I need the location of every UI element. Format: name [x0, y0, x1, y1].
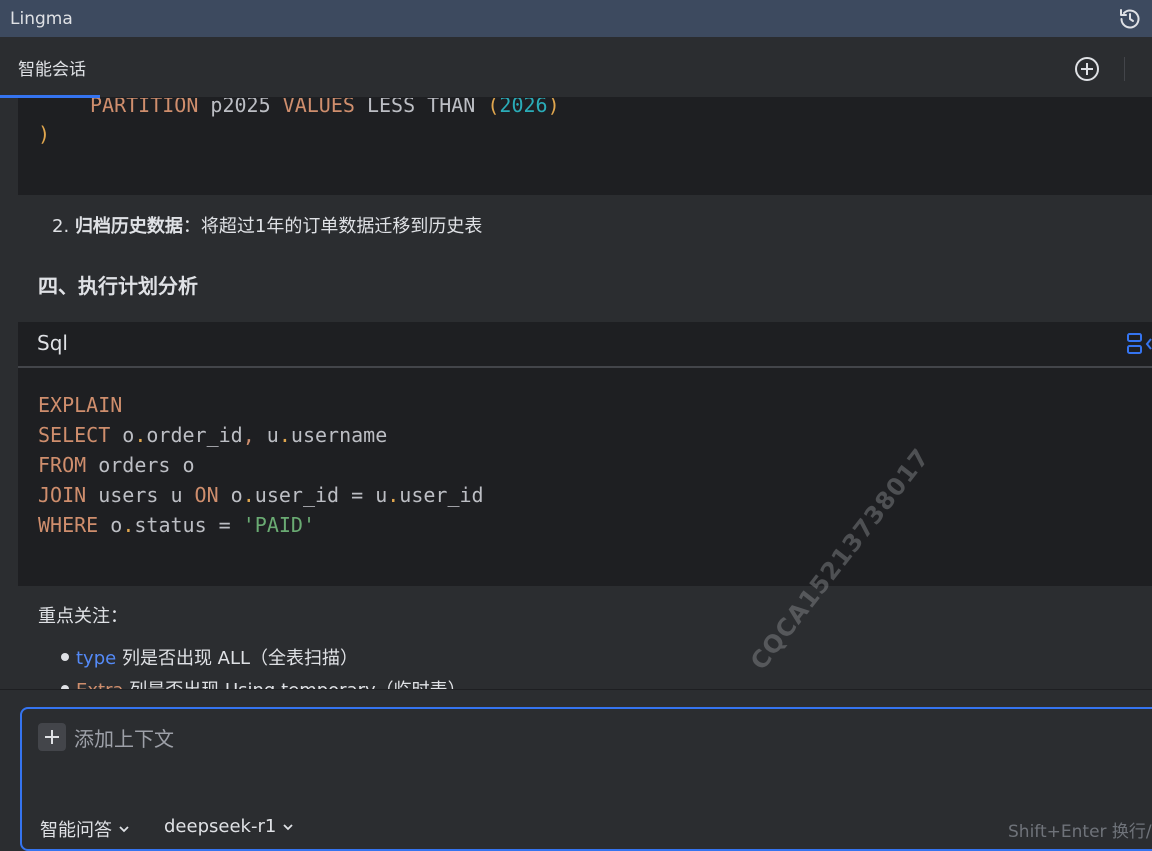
history-icon[interactable] [1117, 6, 1143, 32]
code-token: . [242, 483, 255, 507]
list-number: 2. [52, 216, 70, 237]
list-item-text: 列是否出现 Using temporary（临时表） [124, 680, 465, 689]
code-token: user_id [399, 483, 484, 507]
chevron-down-icon [283, 823, 293, 830]
code-token: . [122, 513, 135, 537]
list-item: 2. 归档历史数据：将超过1年的订单数据迁移到历史表 [52, 212, 482, 238]
list-item-bold: 归档历史数据 [74, 216, 183, 237]
code-line: FROM orders o [38, 450, 195, 480]
code-token: 'PAID' [242, 513, 315, 537]
code-token: o [98, 513, 123, 537]
code-token: 2026 [499, 98, 548, 117]
code-token: u [254, 423, 279, 447]
model-label: deepseek-r1 [164, 816, 277, 837]
code-token: users u [86, 483, 195, 507]
code-token: ( [487, 98, 500, 117]
code-token: ) [547, 98, 560, 117]
inline-code: Extra [76, 680, 124, 689]
list-item-text: 列是否出现 ALL（全表扫描） [116, 648, 359, 669]
add-context-icon[interactable] [38, 723, 66, 751]
code-line: EXPLAIN [38, 390, 122, 420]
code-block-explain: Sql EXPLAIN SELECT o.order_id, u.usernam… [18, 322, 1152, 586]
code-token: , [242, 423, 255, 447]
tab-smart-chat[interactable]: 智能会话 [18, 55, 86, 80]
code-token: FROM [38, 453, 87, 477]
code-token: orders o [86, 453, 195, 477]
code-line: ) [38, 119, 50, 149]
code-token: username [290, 423, 388, 447]
chat-content[interactable]: PARTITION p2025 VALUES LESS THAN (2026) … [0, 98, 1152, 689]
input-area: 添加上下文 智能问答 deepseek-r1 Shift+Enter 换行/ [0, 689, 1152, 851]
code-token: order_id [146, 423, 243, 447]
add-context-label[interactable]: 添加上下文 [74, 723, 174, 752]
mode-label: 智能问答 [40, 820, 112, 841]
window-title: Lingma [10, 8, 73, 29]
focus-label: 重点关注： [38, 606, 128, 627]
code-token: user_id = u [254, 483, 388, 507]
code-language-label: Sql [37, 331, 68, 355]
code-token: o [110, 423, 135, 447]
code-block-header: Sql [18, 322, 1152, 368]
code-line: PARTITION p2025 VALUES LESS THAN (2026) [90, 98, 560, 120]
chevron-down-icon [119, 826, 129, 833]
code-token: ) [38, 122, 51, 146]
chat-input-box[interactable]: 添加上下文 智能问答 deepseek-r1 Shift+Enter 换行/ [20, 707, 1152, 851]
list-item-text: ：将超过1年的订单数据迁移到历史表 [182, 216, 483, 237]
code-token: VALUES [282, 98, 355, 117]
code-token: WHERE [38, 513, 99, 537]
toolbar-divider [1124, 57, 1125, 81]
code-token: EXPLAIN [38, 393, 123, 417]
code-token: SELECT [38, 423, 111, 447]
section-heading: 四、执行计划分析 [38, 274, 198, 298]
code-line: SELECT o.order_id, u.username [38, 420, 387, 450]
code-token: . [387, 483, 400, 507]
keyboard-hint: Shift+Enter 换行/ [1008, 822, 1152, 842]
code-line: WHERE o.status = 'PAID' [38, 510, 315, 540]
code-token: ON [194, 483, 219, 507]
code-token: status = [134, 513, 243, 537]
code-token: JOIN [38, 483, 87, 507]
code-block-partition: PARTITION p2025 VALUES LESS THAN (2026) … [18, 98, 1152, 195]
code-token: . [134, 423, 147, 447]
list-item: Extra 列是否出现 Using temporary（临时表） [76, 676, 466, 689]
code-token: o [218, 483, 243, 507]
code-token: LESS THAN [354, 98, 488, 117]
bullet [61, 653, 69, 661]
insert-code-icon[interactable] [1126, 332, 1152, 361]
code-token: PARTITION [90, 98, 199, 117]
new-chat-icon[interactable] [1073, 55, 1101, 83]
tab-bar: 智能会话 [0, 37, 1152, 98]
code-token: p2025 [198, 98, 283, 117]
mode-dropdown[interactable]: 智能问答 [40, 816, 130, 842]
list-item: type 列是否出现 ALL（全表扫描） [76, 644, 358, 670]
code-line: JOIN users u ON o.user_id = u.user_id [38, 480, 484, 510]
model-dropdown[interactable]: deepseek-r1 [164, 816, 294, 837]
title-bar: Lingma [0, 0, 1152, 37]
code-token: . [278, 423, 291, 447]
inline-code: type [76, 648, 117, 669]
